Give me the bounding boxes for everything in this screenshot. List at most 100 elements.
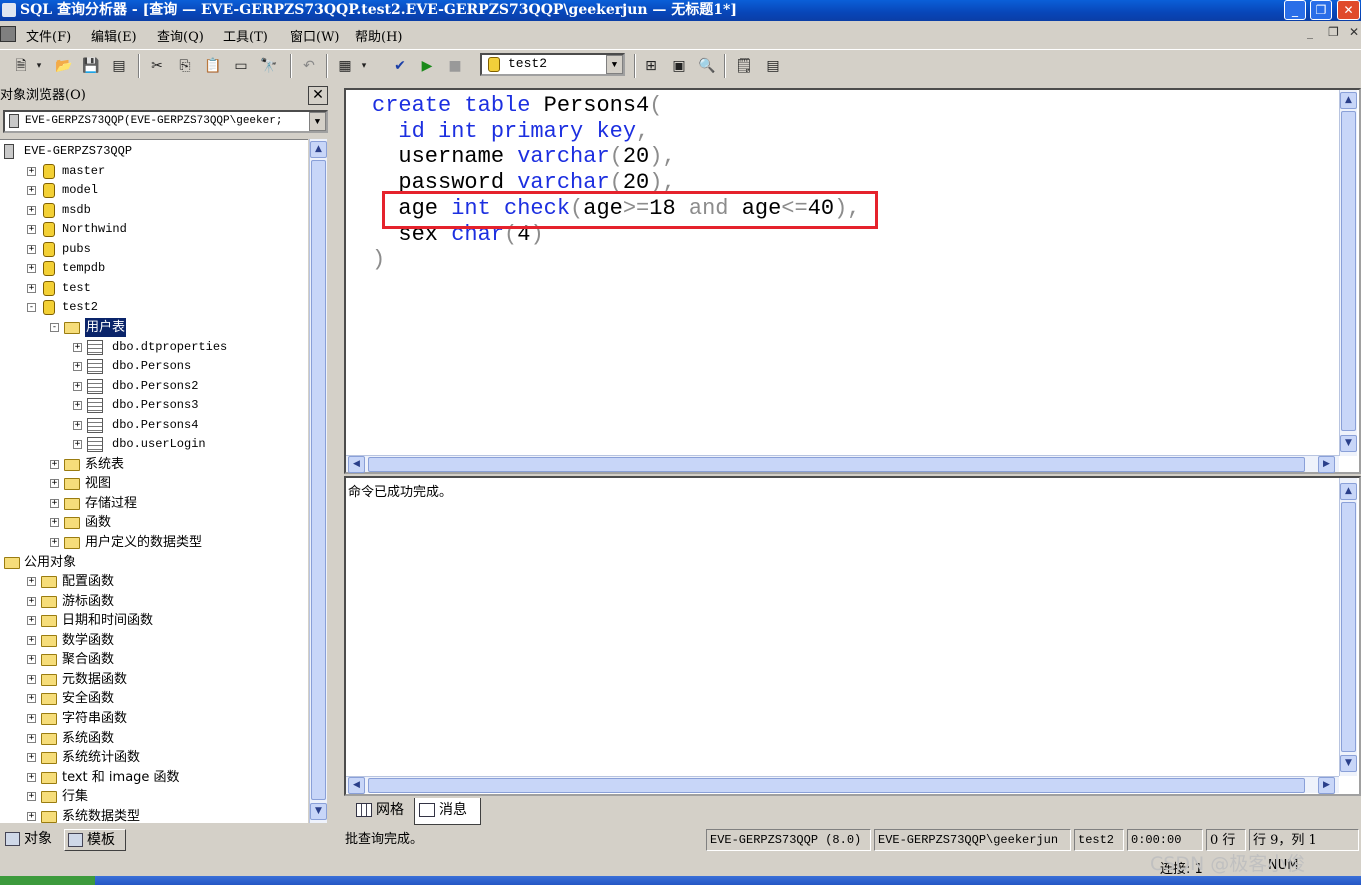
expand-icon[interactable]: + xyxy=(27,674,36,684)
save-icon[interactable]: 💾 xyxy=(80,55,102,77)
expand-icon[interactable]: + xyxy=(27,635,36,645)
expand-icon[interactable]: + xyxy=(27,166,36,176)
expand-icon[interactable]: + xyxy=(27,616,36,626)
expand-icon[interactable]: + xyxy=(27,283,36,293)
expand-icon[interactable]: + xyxy=(27,792,36,802)
collapse-icon[interactable]: - xyxy=(27,303,36,313)
show-results-pane-icon[interactable]: ▤ xyxy=(762,55,784,77)
expand-icon[interactable]: + xyxy=(27,205,36,215)
expand-icon[interactable]: + xyxy=(27,577,36,587)
menu-help[interactable]: 帮助(H) xyxy=(355,26,402,45)
tab-templates[interactable]: 模板 xyxy=(64,829,126,851)
menu-edit[interactable]: 编辑(E) xyxy=(91,26,137,45)
mdi-close-button[interactable]: ✕ xyxy=(1349,25,1359,39)
tree-vertical-scrollbar[interactable]: ▲ ▼ xyxy=(309,139,327,823)
expand-icon[interactable]: + xyxy=(27,596,36,606)
results-vertical-scrollbar[interactable]: ▲ ▼ xyxy=(1339,478,1357,776)
paste-icon[interactable]: 📋 xyxy=(202,55,224,77)
new-query-icon[interactable]: 🗎 xyxy=(10,55,32,77)
open-file-icon[interactable]: 📂 xyxy=(53,55,75,77)
results-mode-icon[interactable]: ▦ xyxy=(334,55,356,77)
scroll-up-icon[interactable]: ▲ xyxy=(310,141,327,158)
expand-icon[interactable]: + xyxy=(73,342,82,352)
expand-icon[interactable]: + xyxy=(27,186,36,196)
expand-icon[interactable]: + xyxy=(73,401,82,411)
expand-icon[interactable]: + xyxy=(27,244,36,254)
menu-window[interactable]: 窗口(W) xyxy=(290,26,340,45)
execute-icon[interactable]: ▶ xyxy=(416,55,438,77)
scroll-thumb[interactable] xyxy=(368,457,1305,472)
mdi-document-icon[interactable] xyxy=(0,26,16,42)
expand-icon[interactable]: + xyxy=(27,713,36,723)
scroll-down-icon[interactable]: ▼ xyxy=(1340,435,1357,452)
restore-button[interactable]: ❐ xyxy=(1310,0,1332,20)
results-pane[interactable]: 命令已成功完成。 ▲ ▼ ◀ ▶ xyxy=(344,476,1361,796)
tab-objects[interactable]: 对象 xyxy=(2,829,62,851)
collapse-icon[interactable]: - xyxy=(50,322,59,332)
mdi-restore-button[interactable]: ❐ xyxy=(1328,25,1339,39)
expand-icon[interactable]: + xyxy=(50,518,59,528)
scroll-thumb[interactable] xyxy=(311,160,326,800)
menu-file[interactable]: 文件(F) xyxy=(26,26,71,45)
scroll-down-icon[interactable]: ▼ xyxy=(310,803,327,820)
expand-icon[interactable]: + xyxy=(27,753,36,763)
start-button[interactable] xyxy=(0,876,95,885)
scroll-thumb[interactable] xyxy=(1341,111,1356,431)
execution-plan-icon[interactable]: ⊞ xyxy=(640,55,662,77)
scroll-thumb[interactable] xyxy=(1341,502,1356,752)
expand-icon[interactable]: + xyxy=(50,479,59,489)
editor-vertical-scrollbar[interactable]: ▲ ▼ xyxy=(1339,90,1357,456)
copy-icon[interactable]: ⎘ xyxy=(174,55,196,77)
editor-horizontal-scrollbar[interactable]: ◀ ▶ xyxy=(346,455,1339,473)
object-tree[interactable]: EVE-GERPZS73QQP + master + model + msdb + Northw… xyxy=(0,139,308,823)
cut-icon[interactable]: ✂ xyxy=(146,55,168,77)
minimize-button[interactable]: _ xyxy=(1284,0,1306,20)
expand-icon[interactable]: + xyxy=(50,538,59,547)
server-select[interactable]: EVE-GERPZS73QQP(EVE-GERPZS73QQP\geeker; … xyxy=(3,110,328,133)
scroll-up-icon[interactable]: ▲ xyxy=(1340,483,1357,500)
menu-tools[interactable]: 工具(T) xyxy=(223,26,268,45)
find-icon[interactable]: 🔭 xyxy=(258,55,280,77)
menu-query[interactable]: 查询(Q) xyxy=(157,26,204,45)
scroll-right-icon[interactable]: ▶ xyxy=(1318,777,1335,794)
tab-grid[interactable]: 网格 xyxy=(352,798,412,825)
undo-icon[interactable]: ↶ xyxy=(298,55,320,77)
object-browser-icon[interactable]: ▣ xyxy=(668,55,690,77)
stop-icon[interactable]: ■ xyxy=(444,55,466,77)
properties-icon[interactable]: 🗒 xyxy=(733,55,755,77)
expand-icon[interactable]: + xyxy=(27,733,36,743)
chevron-down-icon[interactable]: ▼ xyxy=(309,112,326,131)
results-horizontal-scrollbar[interactable]: ◀ ▶ xyxy=(346,776,1339,794)
expand-icon[interactable]: + xyxy=(27,811,36,821)
clear-window-icon[interactable]: ▭ xyxy=(230,55,252,77)
expand-icon[interactable]: + xyxy=(27,655,36,665)
scroll-thumb[interactable] xyxy=(368,778,1305,793)
chevron-down-icon[interactable]: ▼ xyxy=(606,55,623,74)
scroll-left-icon[interactable]: ◀ xyxy=(348,777,365,794)
expand-icon[interactable]: + xyxy=(73,420,82,430)
scroll-left-icon[interactable]: ◀ xyxy=(348,456,365,473)
expand-icon[interactable]: + xyxy=(27,694,36,704)
expand-icon[interactable]: + xyxy=(27,772,36,782)
scroll-down-icon[interactable]: ▼ xyxy=(1340,755,1357,772)
insert-template-icon[interactable]: ▤ xyxy=(108,55,130,77)
object-search-icon[interactable]: 🔍 xyxy=(696,55,718,77)
expand-icon[interactable]: + xyxy=(73,362,82,372)
scroll-right-icon[interactable]: ▶ xyxy=(1318,456,1335,473)
expand-icon[interactable]: + xyxy=(73,381,82,391)
parse-query-icon[interactable]: ✔ xyxy=(389,55,411,77)
close-icon[interactable]: ✕ xyxy=(308,86,328,105)
expand-icon[interactable]: + xyxy=(50,459,59,469)
database-select[interactable]: test2 ▼ xyxy=(480,53,625,76)
scroll-up-icon[interactable]: ▲ xyxy=(1340,92,1357,109)
query-editor[interactable]: create table Persons4( id int primary ke… xyxy=(344,88,1361,474)
expand-icon[interactable]: + xyxy=(73,440,82,450)
expand-icon[interactable]: + xyxy=(27,264,36,274)
new-query-dropdown-icon[interactable]: ▾ xyxy=(33,55,45,77)
expand-icon[interactable]: + xyxy=(50,498,59,508)
tab-messages[interactable]: 消息 xyxy=(414,798,481,825)
close-button[interactable]: ✕ xyxy=(1337,0,1360,20)
sql-code[interactable]: create table Persons4( id int primary ke… xyxy=(372,93,861,273)
expand-icon[interactable]: + xyxy=(27,225,36,235)
results-mode-dropdown-icon[interactable]: ▾ xyxy=(358,55,370,77)
